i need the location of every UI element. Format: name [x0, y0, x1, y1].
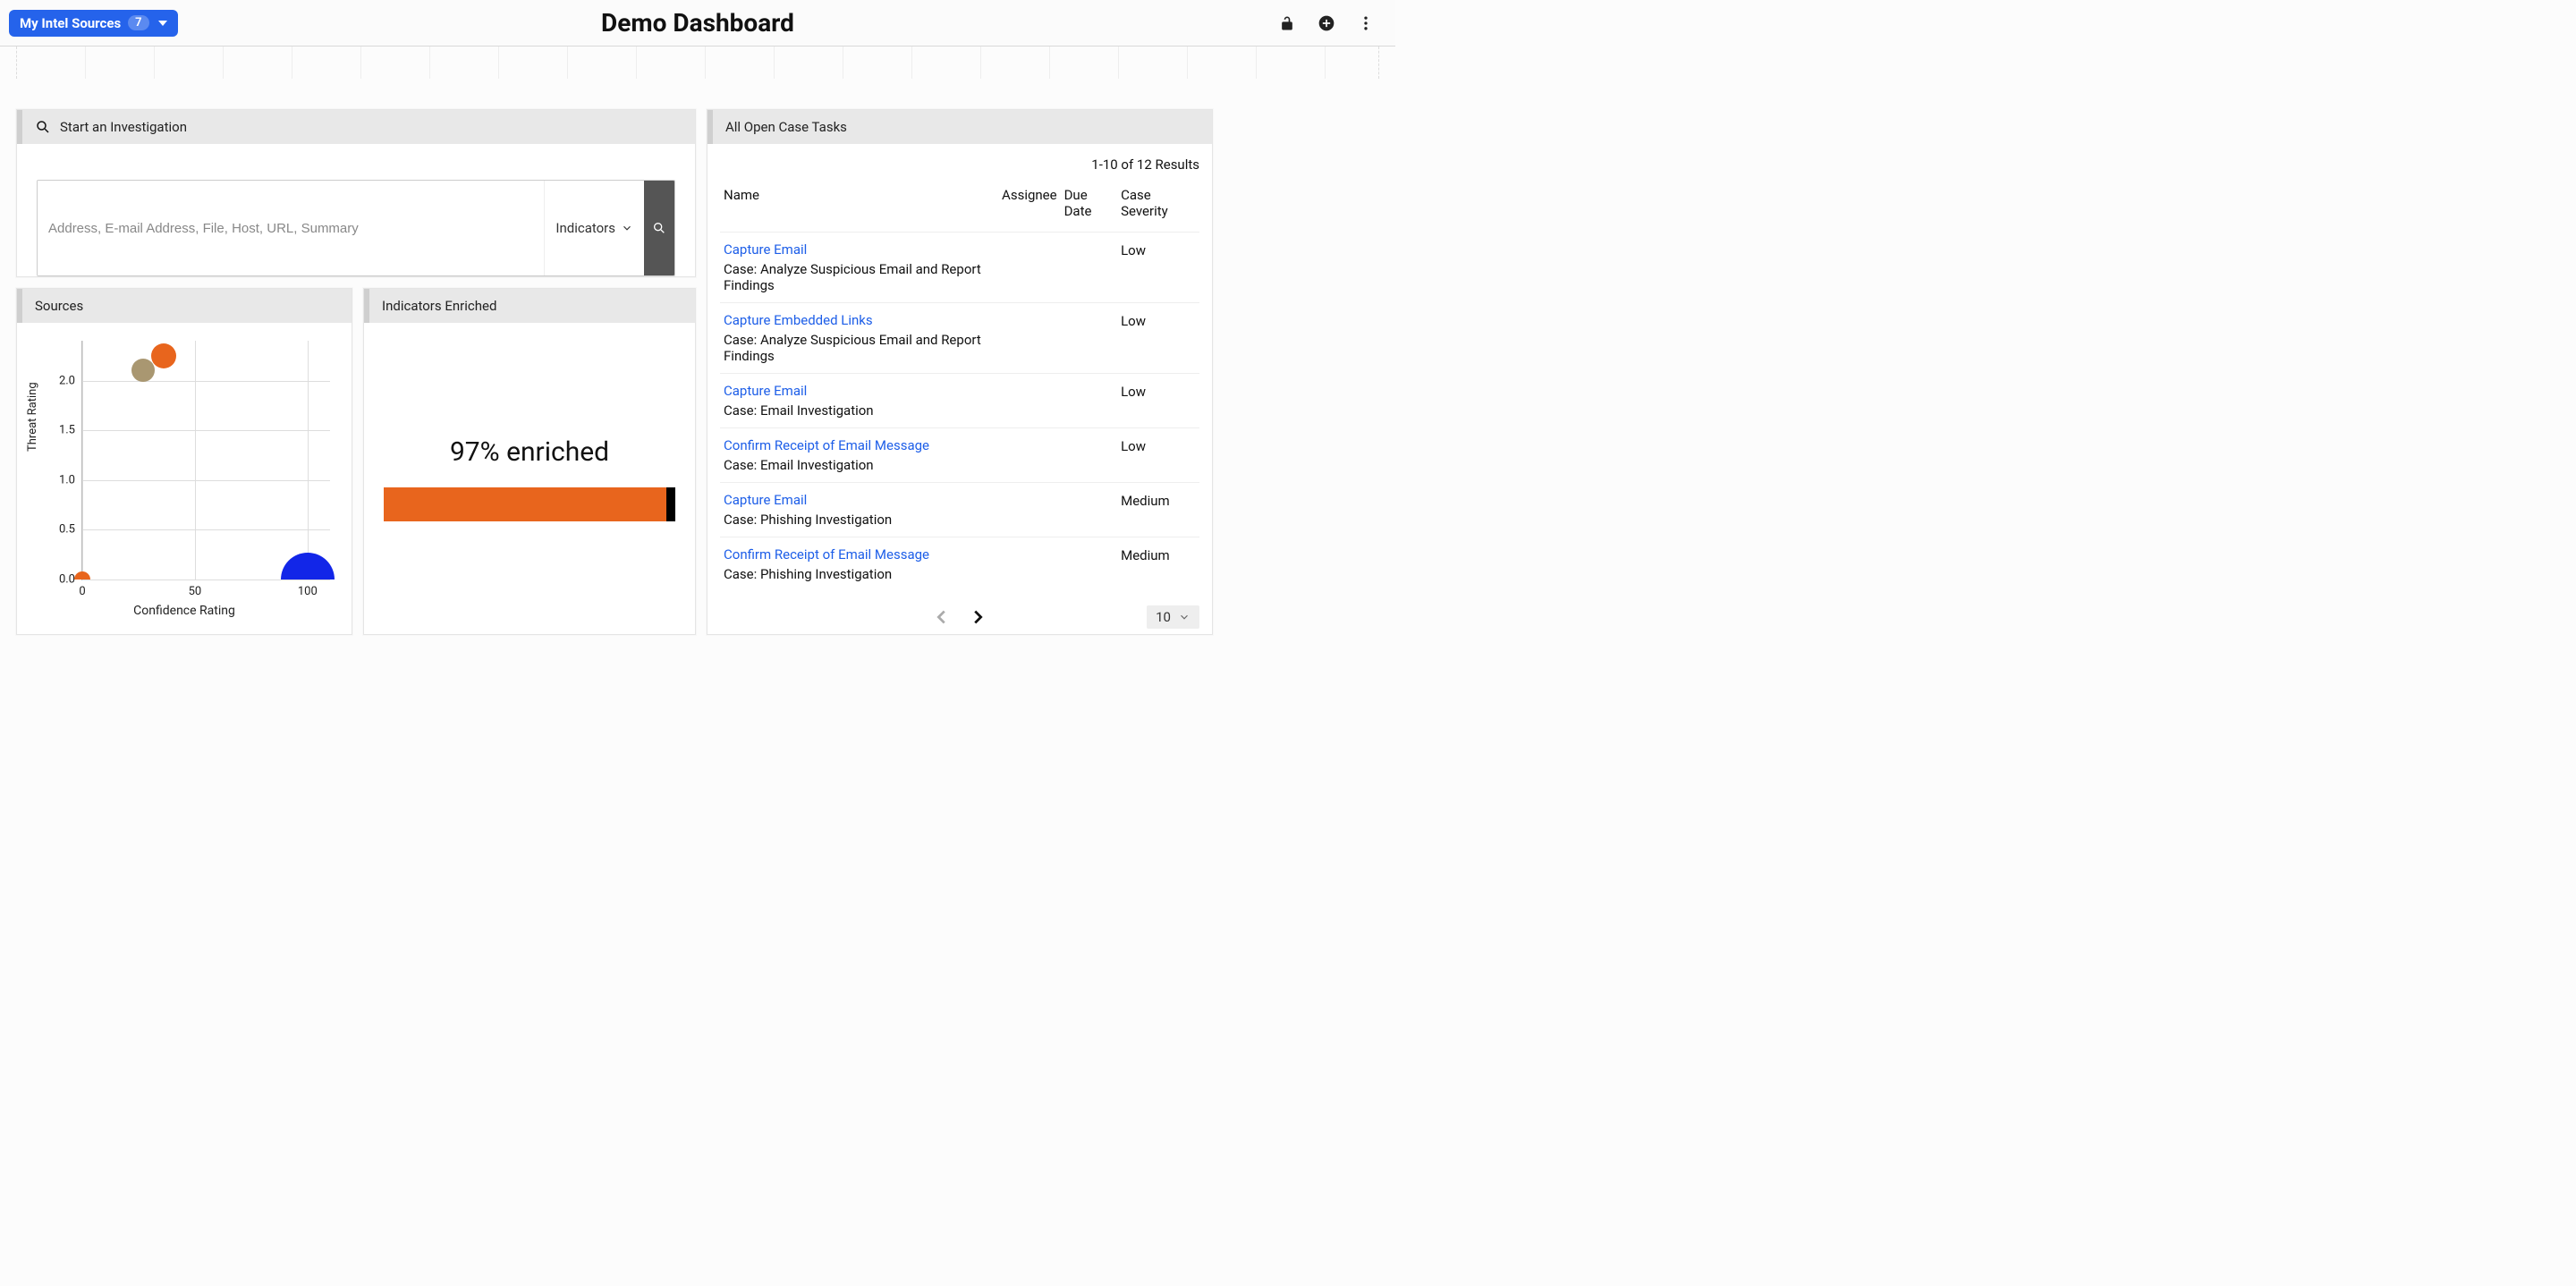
task-case: Case: Analyze Suspicious Email and Repor… — [724, 332, 995, 364]
y-tick-label: 1.0 — [59, 473, 75, 486]
task-case: Case: Analyze Suspicious Email and Repor… — [724, 261, 995, 293]
col-severity[interactable]: Case Severity — [1117, 182, 1199, 233]
page-size-value: 10 — [1156, 609, 1171, 625]
add-icon[interactable] — [1317, 13, 1336, 33]
tasks-table: Name Assignee Due Date Case Severity Cap… — [720, 182, 1199, 591]
table-row: Confirm Receipt of Email Message Case: Ph… — [720, 537, 1199, 592]
results-count: 1-10 of 12 Results — [720, 157, 1199, 173]
severity-value: Low — [1121, 438, 1146, 454]
severity-value: Low — [1121, 384, 1146, 400]
widget-start-investigation: Start an Investigation Indicators — [16, 109, 696, 277]
task-link[interactable]: Capture Email — [724, 383, 995, 399]
page-title: Demo Dashboard — [601, 8, 794, 38]
x-tick-label: 0 — [79, 585, 85, 598]
chart-bubble[interactable] — [281, 553, 335, 580]
prev-page-button — [932, 607, 952, 627]
dashboard-canvas: Start an Investigation Indicators Source… — [0, 47, 1395, 79]
y-tick-label: 2.0 — [59, 374, 75, 387]
search-type-selector[interactable]: Indicators — [544, 181, 644, 275]
chip-count-badge: 7 — [128, 15, 148, 30]
chart-bubble[interactable] — [151, 343, 176, 368]
chart-bubble[interactable] — [74, 571, 90, 580]
x-tick-label: 50 — [189, 585, 202, 598]
progress-fill — [384, 487, 666, 521]
chart-xlabel: Confidence Rating — [133, 604, 235, 618]
widget-title: Start an Investigation — [60, 119, 187, 135]
severity-value: Low — [1121, 242, 1146, 258]
search-input[interactable] — [38, 181, 544, 275]
task-case: Case: Email Investigation — [724, 402, 995, 419]
chip-label: My Intel Sources — [20, 15, 121, 31]
next-page-button[interactable] — [968, 607, 987, 627]
table-row: Capture Email Case: Phishing Investigatio… — [720, 483, 1199, 537]
col-assignee[interactable]: Assignee — [998, 182, 1061, 233]
search-icon — [35, 119, 51, 135]
task-case: Case: Phishing Investigation — [724, 566, 995, 582]
task-link[interactable]: Confirm Receipt of Email Message — [724, 546, 995, 563]
task-link[interactable]: Capture Email — [724, 492, 995, 508]
enriched-percent-label: 97% enriched — [450, 436, 609, 468]
chart-bubble[interactable] — [131, 359, 155, 382]
search-submit-button[interactable] — [644, 181, 674, 275]
table-row: Capture Embedded Links Case: Analyze Susp… — [720, 303, 1199, 374]
task-case: Case: Email Investigation — [724, 457, 995, 473]
task-link[interactable]: Capture Email — [724, 241, 995, 258]
y-tick-label: 0.5 — [59, 523, 75, 537]
enriched-progress-bar — [384, 487, 675, 521]
more-vert-icon[interactable] — [1356, 13, 1376, 33]
caret-down-icon — [158, 21, 167, 26]
app-header: My Intel Sources 7 Demo Dashboard — [0, 0, 1395, 47]
col-due-date[interactable]: Due Date — [1061, 182, 1118, 233]
widget-header: Sources — [17, 289, 352, 323]
widget-title: Indicators Enriched — [382, 298, 496, 314]
x-tick-label: 100 — [298, 585, 318, 598]
task-link[interactable]: Confirm Receipt of Email Message — [724, 437, 995, 453]
chart-plot-area: 0.00.51.01.52.0050100 — [81, 341, 330, 580]
widget-header: Start an Investigation — [17, 110, 695, 144]
table-row: Confirm Receipt of Email Message Case: Em… — [720, 428, 1199, 483]
widget-sources: Sources Threat Rating Confidence Rating … — [16, 288, 352, 635]
pager: 10 — [720, 607, 1199, 627]
task-link[interactable]: Capture Embedded Links — [724, 312, 995, 328]
widget-indicators-enriched: Indicators Enriched 97% enriched — [363, 288, 696, 635]
widget-title: All Open Case Tasks — [725, 119, 847, 135]
header-actions — [1277, 13, 1386, 33]
widget-open-case-tasks: All Open Case Tasks 1-10 of 12 Results N… — [707, 109, 1213, 635]
sources-chart: Threat Rating Confidence Rating 0.00.51.… — [30, 335, 339, 622]
page-size-selector[interactable]: 10 — [1147, 605, 1199, 629]
layout-grid-guides — [0, 47, 1395, 79]
severity-value: Low — [1121, 313, 1146, 329]
widget-title: Sources — [35, 298, 83, 314]
table-row: Capture Email Case: Email Investigation Lo… — [720, 374, 1199, 428]
intel-sources-chip[interactable]: My Intel Sources 7 — [9, 10, 178, 37]
unlock-icon[interactable] — [1277, 13, 1297, 33]
widget-header: Indicators Enriched — [364, 289, 695, 323]
task-case: Case: Phishing Investigation — [724, 512, 995, 528]
chart-ylabel: Threat Rating — [26, 382, 39, 452]
severity-value: Medium — [1121, 493, 1170, 509]
investigation-search: Indicators — [37, 180, 675, 276]
y-tick-label: 0.0 — [59, 573, 75, 587]
search-type-label: Indicators — [555, 220, 615, 236]
table-row: Capture Email Case: Analyze Suspicious Em… — [720, 233, 1199, 303]
widget-header: All Open Case Tasks — [708, 110, 1212, 144]
y-tick-label: 1.5 — [59, 424, 75, 437]
severity-value: Medium — [1121, 547, 1170, 563]
progress-remainder — [666, 487, 675, 521]
col-name[interactable]: Name — [720, 182, 998, 233]
